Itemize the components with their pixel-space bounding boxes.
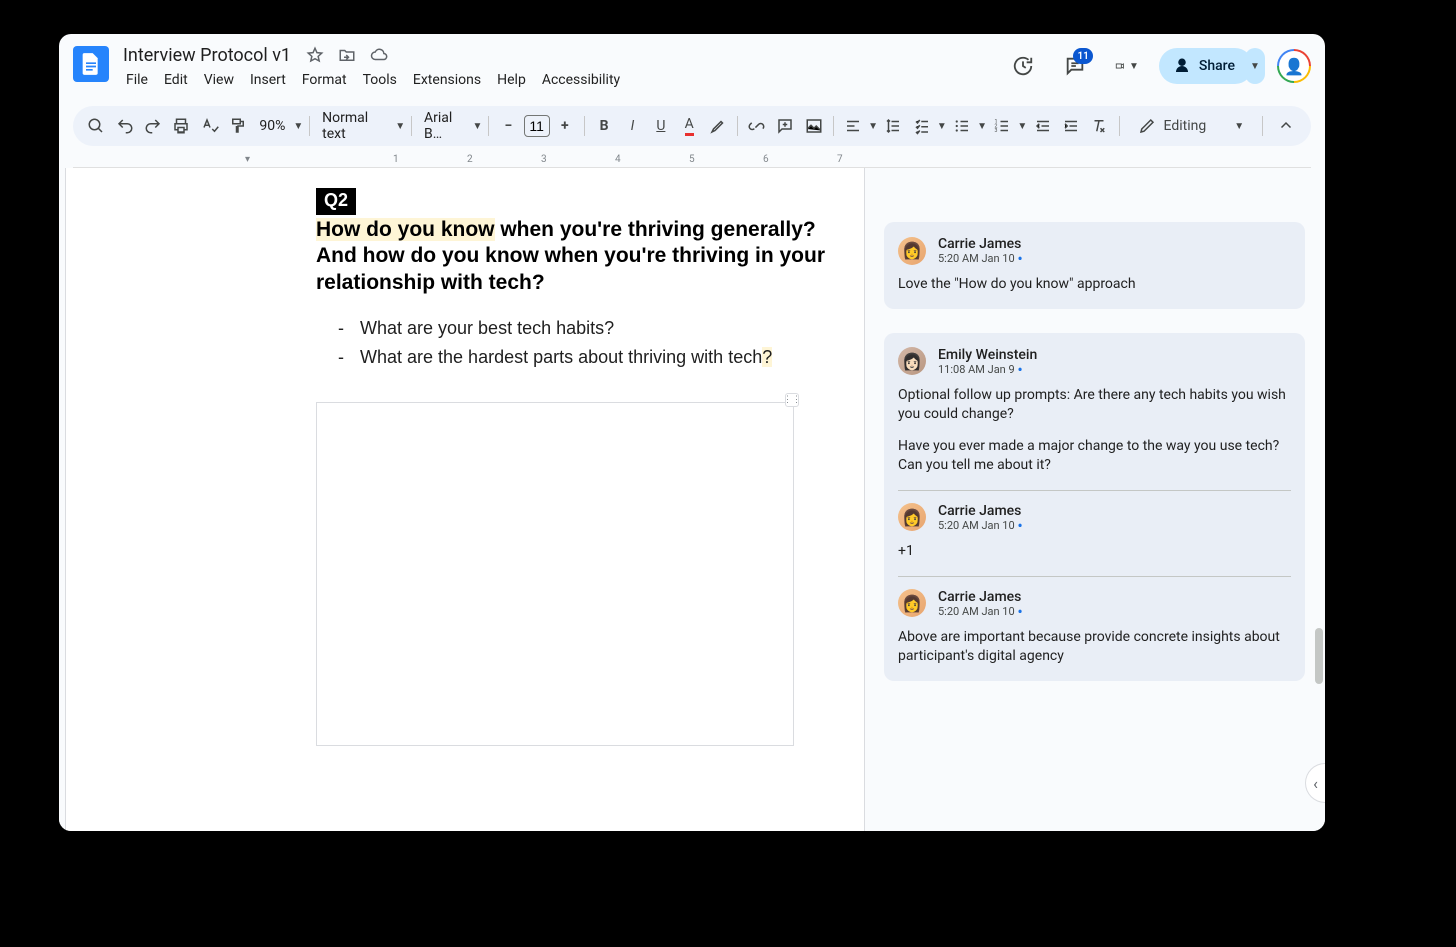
chevron-down-icon[interactable]: ▼ (293, 121, 303, 132)
scrollbar-thumb[interactable] (1315, 628, 1323, 684)
comment-author: Carrie James (938, 236, 1023, 252)
document-title[interactable]: Interview Protocol v1 (119, 45, 295, 66)
comment-body: Above are important because provide conc… (898, 628, 1291, 667)
menu-help[interactable]: Help (490, 70, 533, 90)
chevron-down-icon[interactable]: ▼ (937, 121, 947, 132)
line-spacing-icon[interactable] (880, 111, 906, 141)
comment-body: Love the "How do you know" approach (898, 275, 1291, 295)
editing-mode-label: Editing (1164, 118, 1207, 134)
menu-view[interactable]: View (197, 70, 241, 90)
meet-icon[interactable]: ▼ (1107, 46, 1147, 86)
comment-time: 5:20 AM Jan 10 • (938, 252, 1023, 265)
avatar: 👩🏻 (898, 347, 926, 375)
menu-edit[interactable]: Edit (157, 70, 195, 90)
cloud-status-icon[interactable] (367, 43, 391, 67)
spellcheck-icon[interactable] (197, 111, 223, 141)
comments-badge: 11 (1073, 48, 1092, 64)
insert-image-icon[interactable] (800, 111, 826, 141)
bullet-list: What are your best tech habits? What are… (316, 314, 834, 372)
bold-icon[interactable]: B (591, 111, 617, 141)
highlight-color-icon[interactable] (704, 111, 730, 141)
comment-time: 5:20 AM Jan 10 • (938, 519, 1023, 532)
question-heading: How do you know when you're thriving gen… (316, 217, 834, 296)
title-left: Interview Protocol v1 File Edit View Ins… (119, 42, 627, 90)
indent-increase-icon[interactable] (1058, 111, 1084, 141)
zoom-select[interactable]: 90% (253, 118, 291, 134)
insert-link-icon[interactable] (744, 111, 770, 141)
document-page[interactable]: Q2 How do you know when you're thriving … (66, 168, 864, 831)
menu-format[interactable]: Format (295, 70, 354, 90)
menu-file[interactable]: File (119, 70, 155, 90)
question-badge: Q2 (316, 188, 356, 215)
chevron-down-icon[interactable]: ▼ (868, 121, 878, 132)
align-icon[interactable] (840, 111, 866, 141)
chevron-down-icon[interactable]: ▼ (472, 121, 482, 132)
font-select[interactable]: Arial B… (418, 110, 470, 142)
list-item: What are your best tech habits? (316, 314, 834, 343)
decrease-font-icon[interactable]: − (495, 111, 521, 141)
menu-bar: File Edit View Insert Format Tools Exten… (119, 70, 627, 90)
comment-author: Carrie James (938, 503, 1023, 519)
paragraph-style-select[interactable]: Normal text (316, 110, 393, 142)
app-window: Interview Protocol v1 File Edit View Ins… (59, 34, 1325, 831)
add-comment-icon[interactable] (772, 111, 798, 141)
menu-tools[interactable]: Tools (356, 70, 404, 90)
chevron-down-icon[interactable]: ▼ (395, 121, 405, 132)
increase-font-icon[interactable]: + (552, 111, 578, 141)
list-item: What are the hardest parts about thrivin… (316, 343, 834, 372)
canvas-area: Q2 How do you know when you're thriving … (59, 168, 1325, 831)
avatar: 👩 (898, 589, 926, 617)
italic-icon[interactable]: I (619, 111, 645, 141)
comment-author: Carrie James (938, 589, 1023, 605)
menu-insert[interactable]: Insert (243, 70, 293, 90)
comment-body: +1 (898, 542, 1291, 562)
collapse-toolbar-icon[interactable] (1271, 111, 1301, 141)
share-label: Share (1199, 58, 1235, 74)
history-icon[interactable] (1003, 46, 1043, 86)
indent-decrease-icon[interactable] (1029, 111, 1055, 141)
avatar: 👩 (898, 503, 926, 531)
toolbar: 90% ▼ Normal text ▼ Arial B… ▼ − + B I U… (73, 106, 1311, 146)
account-avatar[interactable]: 👤 (1277, 49, 1311, 83)
editing-mode-select[interactable]: Editing ▼ (1128, 117, 1255, 135)
chevron-down-icon[interactable]: ▼ (1017, 121, 1027, 132)
checklist-icon[interactable] (908, 111, 934, 141)
bullet-list-icon[interactable] (949, 111, 975, 141)
redo-icon[interactable] (140, 111, 166, 141)
comments-icon[interactable]: 11 (1055, 46, 1095, 86)
ruler[interactable]: ▾ 1 2 3 4 5 6 7 (73, 152, 1311, 168)
svg-text:3: 3 (995, 128, 998, 134)
paint-format-icon[interactable] (225, 111, 251, 141)
title-bar: Interview Protocol v1 File Edit View Ins… (59, 34, 1325, 106)
comment-card[interactable]: 👩🏻 Emily Weinstein 11:08 AM Jan 9 • Opti… (884, 333, 1305, 681)
title-right: 11 ▼ Share ▼ 👤 (1003, 42, 1311, 90)
comment-body: Optional follow up prompts: Are there an… (898, 386, 1291, 476)
drag-handle-icon[interactable]: ⋮⋮ (785, 393, 799, 407)
comments-pane: 👩 Carrie James 5:20 AM Jan 10 • Love the… (864, 168, 1325, 831)
chevron-down-icon[interactable]: ▼ (977, 121, 987, 132)
comment-time: 11:08 AM Jan 9 • (938, 363, 1037, 376)
menu-accessibility[interactable]: Accessibility (535, 70, 627, 90)
search-icon[interactable] (83, 111, 109, 141)
numbered-list-icon[interactable]: 123 (989, 111, 1015, 141)
font-size-input[interactable] (524, 115, 550, 137)
image-placeholder[interactable]: ⋮⋮ (316, 402, 794, 746)
print-icon[interactable] (168, 111, 194, 141)
undo-icon[interactable] (111, 111, 137, 141)
menu-extensions[interactable]: Extensions (406, 70, 488, 90)
avatar: 👩 (898, 237, 926, 265)
share-button[interactable]: Share (1159, 48, 1253, 84)
star-icon[interactable] (303, 43, 327, 67)
text-color-icon[interactable]: A (676, 111, 702, 141)
share-dropdown[interactable]: ▼ (1245, 48, 1265, 84)
underline-icon[interactable]: U (648, 111, 674, 141)
toolbar-wrap: 90% ▼ Normal text ▼ Arial B… ▼ − + B I U… (59, 106, 1325, 146)
docs-home-icon[interactable] (73, 46, 109, 82)
comment-card[interactable]: 👩 Carrie James 5:20 AM Jan 10 • Love the… (884, 222, 1305, 309)
move-folder-icon[interactable] (335, 43, 359, 67)
comment-time: 5:20 AM Jan 10 • (938, 605, 1023, 618)
clear-format-icon[interactable] (1086, 111, 1112, 141)
